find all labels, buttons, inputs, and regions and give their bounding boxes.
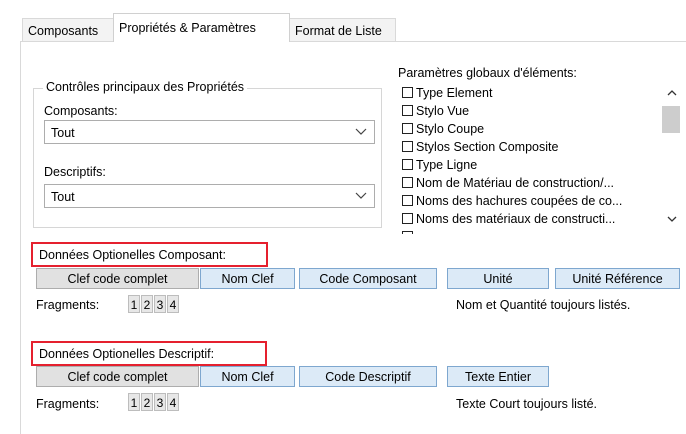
descriptif-fragment-4[interactable]: 4 bbox=[167, 393, 179, 411]
composant-fragments-label: Fragments: bbox=[36, 298, 100, 312]
descriptif-note: Texte Court toujours listé. bbox=[456, 397, 598, 411]
checkbox[interactable] bbox=[402, 177, 413, 188]
descriptif-clef-code-complet-button[interactable]: Clef code complet bbox=[36, 366, 199, 387]
list-item[interactable]: Stylo Coupe bbox=[402, 120, 484, 138]
checkbox[interactable] bbox=[402, 141, 413, 152]
tab-proprietes-parametres[interactable]: Propriétés & Paramètres bbox=[113, 13, 290, 42]
checkbox bbox=[402, 231, 413, 234]
tab-label: Propriétés & Paramètres bbox=[119, 21, 256, 35]
tab-label: Format de Liste bbox=[295, 24, 382, 38]
checkbox[interactable] bbox=[402, 159, 413, 170]
composant-fragment-4[interactable]: 4 bbox=[167, 295, 179, 313]
composant-fragment-1[interactable]: 1 bbox=[128, 295, 140, 313]
unite-reference-button[interactable]: Unité Référence bbox=[555, 268, 680, 289]
list-item[interactable]: Stylo Vue bbox=[402, 102, 469, 120]
checkbox[interactable] bbox=[402, 105, 413, 116]
descriptif-fragment-1[interactable]: 1 bbox=[128, 393, 140, 411]
composants-label: Composants: bbox=[44, 104, 118, 118]
checkbox[interactable] bbox=[402, 195, 413, 206]
descriptifs-select[interactable]: Tout bbox=[44, 184, 375, 208]
checkbox[interactable] bbox=[402, 123, 413, 134]
global-params-list[interactable]: Type Element Stylo Vue Stylo Coupe Stylo… bbox=[397, 84, 684, 234]
descriptifs-label: Descriptifs: bbox=[44, 165, 106, 179]
descriptif-fragment-2[interactable]: 2 bbox=[141, 393, 153, 411]
list-item-partial bbox=[402, 228, 416, 234]
tab-composants[interactable]: Composants bbox=[22, 18, 114, 41]
list-item-label: Nom de Matériau de construction/... bbox=[416, 176, 615, 190]
list-item-label: Stylos Section Composite bbox=[416, 140, 559, 154]
descriptif-fragments-label: Fragments: bbox=[36, 397, 100, 411]
unite-button[interactable]: Unité bbox=[447, 268, 549, 289]
list-item-label: Noms des matériaux de constructi... bbox=[416, 212, 616, 226]
descriptif-fragment-3[interactable]: 3 bbox=[154, 393, 166, 411]
checkbox[interactable] bbox=[402, 213, 413, 224]
global-params-label: Paramètres globaux d'éléments: bbox=[398, 66, 577, 80]
list-item-label: Stylo Vue bbox=[416, 104, 470, 118]
composants-select[interactable]: Tout bbox=[44, 120, 375, 144]
list-item[interactable]: Nom de Matériau de construction/... bbox=[402, 174, 614, 192]
descriptif-section-title: Données Optionelles Descriptif: bbox=[31, 341, 267, 366]
descriptifs-select-value: Tout bbox=[51, 190, 75, 204]
scrollbar-thumb[interactable] bbox=[662, 106, 680, 133]
tab-format-de-liste[interactable]: Format de Liste bbox=[289, 18, 396, 41]
code-composant-button[interactable]: Code Composant bbox=[299, 268, 437, 289]
list-item-label: Noms des hachures coupées de co... bbox=[416, 194, 623, 208]
list-item[interactable]: Noms des matériaux de constructi... bbox=[402, 210, 615, 228]
scroll-up-icon[interactable] bbox=[665, 86, 679, 100]
list-item[interactable]: Type Element bbox=[402, 84, 492, 102]
scroll-down-icon[interactable] bbox=[665, 212, 679, 226]
descriptif-nom-clef-button[interactable]: Nom Clef bbox=[200, 366, 295, 387]
composants-select-value: Tout bbox=[51, 126, 75, 140]
composant-nom-clef-button[interactable]: Nom Clef bbox=[200, 268, 295, 289]
tab-label: Composants bbox=[28, 24, 99, 38]
chevron-down-icon bbox=[355, 128, 367, 135]
list-item-label: Type Element bbox=[416, 86, 493, 100]
composant-section-title: Données Optionelles Composant: bbox=[31, 242, 268, 267]
list-item-label: Type Ligne bbox=[416, 158, 478, 172]
checkbox[interactable] bbox=[402, 87, 413, 98]
list-item-label: Stylo Coupe bbox=[416, 122, 485, 136]
texte-entier-button[interactable]: Texte Entier bbox=[447, 366, 549, 387]
composant-fragment-2[interactable]: 2 bbox=[141, 295, 153, 313]
composant-clef-code-complet-button[interactable]: Clef code complet bbox=[36, 268, 199, 289]
main-controls-legend: Contrôles principaux des Propriétés bbox=[43, 80, 248, 94]
composant-fragment-3[interactable]: 3 bbox=[154, 295, 166, 313]
list-item[interactable]: Noms des hachures coupées de co... bbox=[402, 192, 622, 210]
composant-note: Nom et Quantité toujours listés. bbox=[456, 298, 631, 312]
code-descriptif-button[interactable]: Code Descriptif bbox=[299, 366, 437, 387]
list-item[interactable]: Stylos Section Composite bbox=[402, 138, 558, 156]
list-item[interactable]: Type Ligne bbox=[402, 156, 477, 174]
chevron-down-icon bbox=[355, 192, 367, 199]
